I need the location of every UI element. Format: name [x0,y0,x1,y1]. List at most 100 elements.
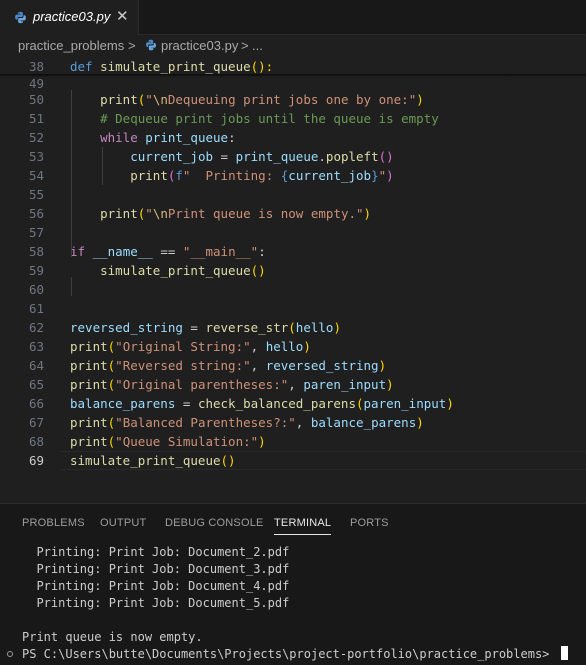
code-token: simulate_print_queue [70,453,221,468]
code-token: hello [295,320,334,335]
code-line[interactable]: 56 print("\nPrint queue is now empty.") [0,204,586,223]
line-number: 52 [28,130,44,145]
code-token: "Queue Simulation:" [115,434,259,449]
code-token: \n [152,92,168,107]
code-token: ) [258,434,266,449]
code-token: popleft [325,149,379,164]
code-line[interactable]: 59 simulate_print_queue() [0,261,586,280]
terminal-output-line: Print queue is now empty. [22,630,203,644]
code-token: if [70,244,86,259]
code-token: . [318,149,326,164]
code-token: current_job [288,168,372,183]
line-number: 57 [28,225,44,240]
code-line[interactable]: 69 simulate_print_queue() [0,451,586,470]
code-line[interactable]: 65 print("Original parentheses:", paren_i… [0,375,586,394]
tab-ports[interactable]: PORTS [350,517,389,529]
code-line[interactable]: 66 balance_parens = check_balanced_parens… [0,394,586,413]
line-number: 54 [28,168,44,183]
line-number: 67 [28,415,44,430]
code-token: balance_parens [70,396,176,411]
code-text: while print_queue: [70,128,236,147]
line-number: 62 [28,320,44,335]
code-token: (): [250,59,274,74]
code-token: reverse_str [205,320,289,335]
code-token: == [152,244,183,259]
code-token: while [100,130,138,145]
code-line[interactable]: 53 current_job = print_queue.popleft() [0,147,586,166]
line-number: 58 [28,244,44,259]
code-token: ) [333,320,341,335]
line-number: 50 [28,92,44,107]
code-line[interactable]: 57 [0,223,586,242]
code-text: print("Original String:", hello) [70,337,311,356]
code-token: simulate_print_queue [100,263,251,278]
line-number: 64 [28,358,44,373]
breadcrumb: practice_problems > practice03.py > ... [0,35,586,57]
code-token: print [130,168,168,183]
code-token: ) [386,168,394,183]
code-line[interactable]: 67 print("Balanced Parentheses?:", balanc… [0,413,586,432]
code-line[interactable]: 55 [0,185,586,204]
code-token: () [378,149,394,164]
code-line[interactable]: 61 [0,299,586,318]
tab-debug-console[interactable]: DEBUG CONSOLE [165,517,264,529]
code-line[interactable]: 60 [0,280,586,299]
code-token: ) [416,415,424,430]
code-token: = [175,396,198,411]
breadcrumb-symbol-more[interactable]: ... [252,38,263,53]
code-line[interactable]: 63 print("Original String:", hello) [0,337,586,356]
code-editor[interactable]: 38 def simulate_print_queue(): 49 50 print(… [0,57,586,482]
breadcrumb-file[interactable]: practice03.py [161,38,238,53]
code-text: reversed_string = reverse_str(hello) [70,318,341,337]
terminal-output-line: Printing: Print Job: Document_5.pdf [22,596,290,610]
tab-practice03[interactable]: practice03.py ✕ [0,0,139,35]
code-text: print("Reversed string:", reversed_strin… [70,356,386,375]
code-token: : [258,244,266,259]
code-line[interactable]: 64 print("Reversed string:", reversed_str… [0,356,586,375]
code-line[interactable]: 52 while print_queue: [0,128,586,147]
code-token: Dequeuing print jobs one by one:" [167,92,417,107]
code-line[interactable]: 68 print("Queue Simulation:") [0,432,586,451]
code-token: ) [416,92,424,107]
line-number: 61 [28,301,44,316]
tab-terminal[interactable]: TERMINAL [274,517,332,535]
code-token: reversed_string [265,358,379,373]
tab-output[interactable]: OUTPUT [100,517,146,529]
code-text: current_job = print_queue.popleft() [70,147,394,166]
terminal-prompt-line[interactable]: PS C:\Users\butte\Documents\Projects\pro… [0,646,586,663]
code-line[interactable]: 51 # Dequeue print jobs until the queue … [0,109,586,128]
tab-problems[interactable]: PROBLEMS [22,517,85,529]
code-line[interactable]: 62 reversed_string = reverse_str(hello) [0,318,586,337]
code-token: paren_input [303,377,387,392]
indent-guide [71,90,72,257]
code-token: ) [303,339,311,354]
code-token: print [70,415,108,430]
code-token: print [70,339,108,354]
code-line[interactable]: 54 print(f" Printing: {current_job}") [0,166,586,185]
code-line[interactable]: 58 if __name__ == "__main__": [0,242,586,261]
indent-guide [102,147,103,185]
line-number: 59 [28,263,44,278]
close-icon[interactable]: ✕ [116,8,129,25]
code-token: print [70,377,108,392]
code-token: ( [355,396,364,411]
code-token: " Printing: [182,168,281,183]
line-number: 68 [28,434,44,449]
code-token: ) [378,358,387,373]
terminal-output-line: Printing: Print Job: Document_2.pdf [22,545,290,559]
code-token: Print queue is now empty." [167,206,364,221]
code-token: ) [446,396,454,411]
code-token: , [250,358,266,373]
code-text: if __name__ == "__main__": [70,242,266,261]
code-line[interactable]: 50 print("\nDequeuing print jobs one by … [0,90,586,109]
line-number: 66 [28,396,44,411]
code-token: def [70,59,93,74]
breadcrumb-folder[interactable]: practice_problems [18,38,124,53]
